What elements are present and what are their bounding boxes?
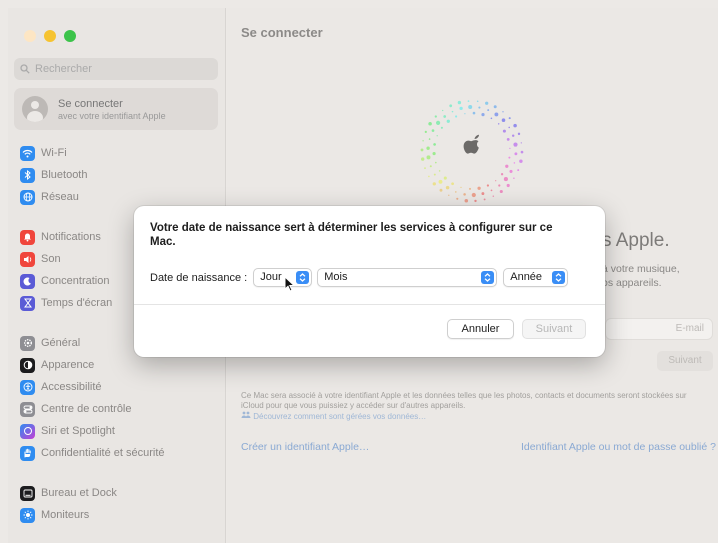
account-title: Se connecter [58, 97, 123, 110]
sidebar-item-privacy-security[interactable]: Confidentialité et sécurité [20, 443, 165, 463]
control-center-icon [20, 401, 35, 417]
window-controls [24, 30, 76, 42]
mouse-cursor-icon [284, 276, 296, 292]
description-line: os appareils. [602, 277, 662, 289]
search-input[interactable]: Rechercher [14, 58, 218, 80]
chevron-updown-icon [296, 271, 310, 284]
year-select[interactable]: Année [503, 268, 569, 287]
month-select[interactable]: Mois [317, 268, 498, 287]
day-select-value: Jour [260, 271, 282, 283]
page-title: Se connecter [241, 25, 323, 40]
hand-icon [20, 445, 35, 461]
next-button[interactable]: Suivant [522, 319, 586, 339]
birthdate-dialog: Votre date de naissance sert à détermine… [134, 206, 605, 357]
apple-logo-icon [420, 100, 524, 203]
main-next-button[interactable]: Suivant [657, 351, 713, 371]
privacy-notice: Ce Mac sera associé à votre identifiant … [241, 391, 701, 422]
email-field[interactable]: E-mail [605, 318, 713, 340]
avatar [22, 96, 48, 122]
search-placeholder: Rechercher [35, 63, 92, 75]
sidebar-item-label: Centre de contrôle [41, 403, 132, 415]
appearance-icon [20, 357, 35, 373]
sidebar-item-label: Accessibilité [41, 381, 102, 393]
sidebar-item-focus[interactable]: Concentration [20, 271, 110, 291]
gear-icon [20, 335, 35, 351]
sidebar-item-sound[interactable]: Son [20, 249, 61, 269]
day-select[interactable]: Jour [253, 268, 313, 287]
privacy-data-link[interactable]: Découvrez comment sont gérées vos donnée… [241, 411, 427, 421]
birthdate-row: Date de naissance : Jour Mois Année [150, 268, 569, 287]
zoom-window-button[interactable] [64, 30, 76, 42]
sidebar-item-accessibility[interactable]: Accessibilité [20, 377, 102, 397]
forgot-apple-id-link[interactable]: Identifiant Apple ou mot de passe oublié… [521, 441, 716, 453]
dialog-title: Votre date de naissance sert à détermine… [150, 222, 553, 248]
cancel-button[interactable]: Annuler [447, 319, 514, 339]
sidebar-item-label: Confidentialité et sécurité [41, 447, 165, 459]
sidebar-item-general[interactable]: Général [20, 333, 80, 353]
speaker-icon [20, 251, 35, 267]
sidebar-item-label: Son [41, 253, 61, 265]
month-select-value: Mois [324, 271, 348, 283]
bell-icon [20, 229, 35, 245]
sidebar-item-label: Wi-Fi [41, 147, 67, 159]
sidebar-item-screen-time[interactable]: Temps d'écran [20, 293, 112, 313]
close-window-button[interactable] [24, 30, 36, 42]
sidebar-item-label: Réseau [41, 191, 79, 203]
sidebar-item-label: Notifications [41, 231, 101, 243]
bluetooth-icon [20, 167, 35, 183]
sidebar-item-displays[interactable]: Moniteurs [20, 505, 89, 525]
wifi-icon [20, 145, 35, 161]
privacy-data-link-label: Découvrez comment sont gérées vos donnée… [253, 412, 427, 421]
sidebar-item-label: Général [41, 337, 81, 349]
sidebar-item-label: Moniteurs [41, 509, 90, 521]
description-line: à votre musique, [602, 263, 680, 275]
sidebar-item-notifications[interactable]: Notifications [20, 227, 101, 247]
sidebar-item-label: Bluetooth [41, 169, 88, 181]
siri-icon [20, 423, 35, 439]
sidebar-item-bluetooth[interactable]: Bluetooth [20, 165, 87, 185]
moon-icon [20, 273, 35, 289]
hourglass-icon [20, 295, 35, 311]
sidebar-item-network[interactable]: Réseau [20, 187, 79, 207]
sidebar-item-label: Bureau et Dock [41, 487, 117, 499]
chevron-updown-icon [481, 271, 495, 284]
sidebar-item-label: Apparence [41, 359, 95, 371]
search-icon [20, 64, 30, 74]
dialog-divider [134, 304, 605, 305]
people-icon [241, 411, 251, 418]
main-heading: s Apple. [602, 230, 670, 251]
sidebar-item-label: Siri et Spotlight [41, 425, 115, 437]
bottom-links: Créer un identifiant Apple… Identifiant … [241, 441, 716, 453]
chevron-updown-icon [552, 271, 566, 284]
sidebar-item-siri-spotlight[interactable]: Siri et Spotlight [20, 421, 115, 441]
minimize-window-button[interactable] [44, 30, 56, 42]
sidebar-item-label: Concentration [41, 275, 110, 287]
sidebar-item-desktop-dock[interactable]: Bureau et Dock [20, 483, 117, 503]
sidebar-item-appearance[interactable]: Apparence [20, 355, 94, 375]
sidebar-item-control-center[interactable]: Centre de contrôle [20, 399, 132, 419]
accessibility-icon [20, 379, 35, 395]
sidebar-item-wifi[interactable]: Wi-Fi [20, 143, 67, 163]
sun-icon [20, 507, 35, 523]
year-select-value: Année [510, 271, 543, 283]
sidebar-item-label: Temps d'écran [41, 297, 113, 309]
account-subtitle: avec votre identifiant Apple [58, 110, 166, 121]
privacy-notice-text: Ce Mac sera associé à votre identifiant … [241, 391, 687, 410]
dock-icon [20, 485, 35, 501]
sign-in-account-item[interactable]: Se connecter avec votre identifiant Appl… [14, 88, 218, 130]
birthdate-label: Date de naissance : [150, 271, 248, 284]
create-apple-id-link[interactable]: Créer un identifiant Apple… [241, 441, 369, 453]
globe-icon [20, 189, 35, 205]
main-description: à votre musique, os appareils. [602, 262, 680, 290]
